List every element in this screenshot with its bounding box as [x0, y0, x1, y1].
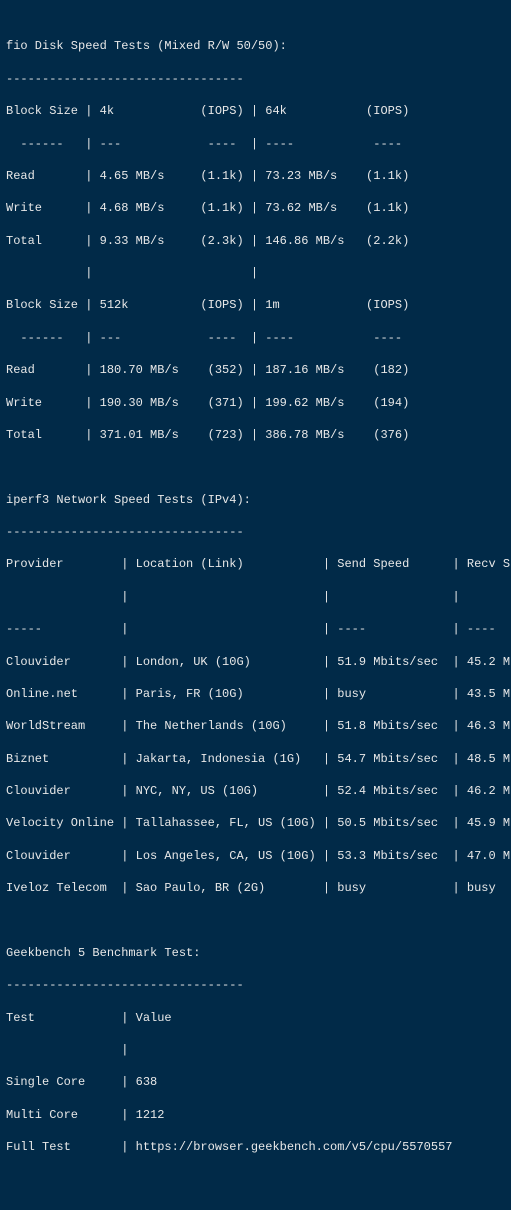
blank-line	[6, 459, 505, 475]
fio-sep: ---------------------------------	[6, 71, 505, 87]
geek-row: Full Test | https://browser.geekbench.co…	[6, 1139, 505, 1155]
fio-row: Total | 371.01 MB/s (723) | 386.78 MB/s …	[6, 427, 505, 443]
fio-row: | |	[6, 265, 505, 281]
iperf-row: Velocity Online | Tallahassee, FL, US (1…	[6, 815, 505, 831]
blank-line	[6, 913, 505, 929]
iperf-row: Biznet | Jakarta, Indonesia (1G) | 54.7 …	[6, 751, 505, 767]
iperf-row: Clouvider | London, UK (10G) | 51.9 Mbit…	[6, 654, 505, 670]
geek-sep: ---------------------------------	[6, 977, 505, 993]
geek-blank: |	[6, 1042, 505, 1058]
iperf-row: Clouvider | NYC, NY, US (10G) | 52.4 Mbi…	[6, 783, 505, 799]
iperf-row: WorldStream | The Netherlands (10G) | 51…	[6, 718, 505, 734]
iperf-title: iperf3 Network Speed Tests (IPv4):	[6, 492, 505, 508]
fio-row: Write | 190.30 MB/s (371) | 199.62 MB/s …	[6, 395, 505, 411]
geek-row: Multi Core | 1212	[6, 1107, 505, 1123]
iperf-header: Provider | Location (Link) | Send Speed …	[6, 556, 505, 572]
fio-header1: Block Size | 4k (IOPS) | 64k (IOPS)	[6, 103, 505, 119]
iperf-sep: ---------------------------------	[6, 524, 505, 540]
fio-row: Read | 4.65 MB/s (1.1k) | 73.23 MB/s (1.…	[6, 168, 505, 184]
iperf-row: Online.net | Paris, FR (10G) | busy | 43…	[6, 686, 505, 702]
geek-header: Test | Value	[6, 1010, 505, 1026]
geek-title: Geekbench 5 Benchmark Test:	[6, 945, 505, 961]
fio-dash2: ------ | --- ---- | ---- ----	[6, 330, 505, 346]
fio-header2: Block Size | 512k (IOPS) | 1m (IOPS)	[6, 297, 505, 313]
fio-row: Write | 4.68 MB/s (1.1k) | 73.62 MB/s (1…	[6, 200, 505, 216]
iperf-row: Iveloz Telecom | Sao Paulo, BR (2G) | bu…	[6, 880, 505, 896]
iperf-dash: ----- | | ---- | ----	[6, 621, 505, 637]
iperf-row: Clouvider | Los Angeles, CA, US (10G) | …	[6, 848, 505, 864]
fio-dash1: ------ | --- ---- | ---- ----	[6, 136, 505, 152]
fio-row: Total | 9.33 MB/s (2.3k) | 146.86 MB/s (…	[6, 233, 505, 249]
geek-row: Single Core | 638	[6, 1074, 505, 1090]
iperf-blank: | | |	[6, 589, 505, 605]
fio-title: fio Disk Speed Tests (Mixed R/W 50/50):	[6, 38, 505, 54]
fio-row: Read | 180.70 MB/s (352) | 187.16 MB/s (…	[6, 362, 505, 378]
